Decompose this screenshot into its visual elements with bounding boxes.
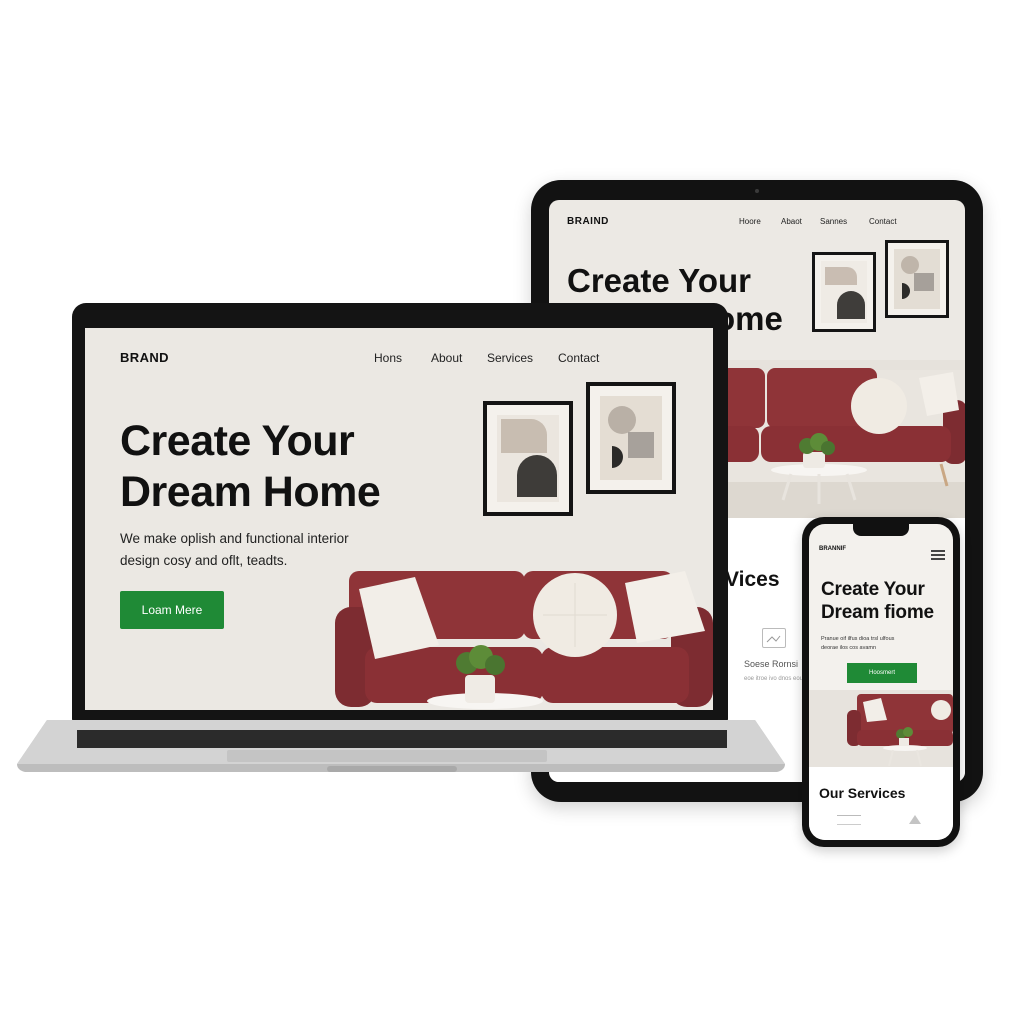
phone-hero-title: Create Your Dream fiome bbox=[821, 579, 934, 623]
phone-device: BRANNIF Create Your Dream fiome Pranue o… bbox=[802, 517, 960, 847]
tablet-nav-services[interactable]: Sannes bbox=[820, 217, 847, 226]
phone-sofa-image bbox=[809, 690, 953, 768]
service-icon bbox=[837, 815, 861, 825]
abstract-art-icon bbox=[487, 405, 569, 512]
tablet-service-name: Soese Rornsi bbox=[744, 659, 799, 669]
tablet-camera bbox=[755, 189, 759, 193]
triangle-icon bbox=[909, 815, 921, 824]
laptop-keyboard-deck bbox=[17, 720, 785, 772]
phone-services-section: Our Services bbox=[809, 767, 953, 840]
phone-cta-button[interactable]: Hoosmert bbox=[847, 663, 917, 683]
phone-notch bbox=[853, 524, 909, 536]
tablet-nav-about[interactable]: Abaot bbox=[781, 217, 802, 226]
hamburger-menu-icon[interactable] bbox=[931, 550, 945, 562]
laptop-sofa-image bbox=[335, 571, 713, 709]
laptop-nav-services[interactable]: Services bbox=[487, 351, 533, 365]
phone-hero-subtitle: Pranue oif ilfus dioa trsl ulfous deorae… bbox=[821, 636, 895, 651]
laptop-base bbox=[17, 720, 785, 778]
tablet-nav-home[interactable]: Hoore bbox=[739, 217, 761, 226]
phone-services-heading: Our Services bbox=[819, 785, 906, 801]
tablet-nav-contact[interactable]: Contact bbox=[869, 217, 897, 226]
abstract-art-icon bbox=[590, 386, 672, 490]
laptop-device: BRAND Hons About Services Contact Create… bbox=[72, 303, 728, 723]
image-placeholder-icon bbox=[762, 628, 786, 648]
laptop-nav-contact[interactable]: Contact bbox=[558, 351, 599, 365]
tablet-brand-logo[interactable]: BRAIND bbox=[567, 216, 609, 227]
laptop-wall-art-right bbox=[586, 382, 676, 494]
laptop-wall-art-left bbox=[483, 401, 573, 516]
tablet-wall-art-left bbox=[812, 252, 876, 332]
phone-screen: BRANNIF Create Your Dream fiome Pranue o… bbox=[809, 524, 953, 840]
abstract-art-icon bbox=[821, 261, 867, 323]
tablet-services-heading: Vices bbox=[725, 568, 780, 591]
laptop-screen: BRAND Hons About Services Contact Create… bbox=[85, 328, 713, 710]
laptop-brand-logo[interactable]: BRAND bbox=[120, 350, 169, 365]
laptop-nav-about[interactable]: About bbox=[431, 351, 462, 365]
phone-brand-logo[interactable]: BRANNIF bbox=[819, 546, 846, 552]
tablet-wall-art-right bbox=[885, 240, 949, 318]
laptop-nav-home[interactable]: Hons bbox=[374, 351, 402, 365]
abstract-art-icon bbox=[894, 249, 940, 309]
learn-more-button[interactable]: Loam Mere bbox=[120, 591, 224, 629]
laptop-hero-title: Create Your Dream Home bbox=[120, 417, 381, 516]
